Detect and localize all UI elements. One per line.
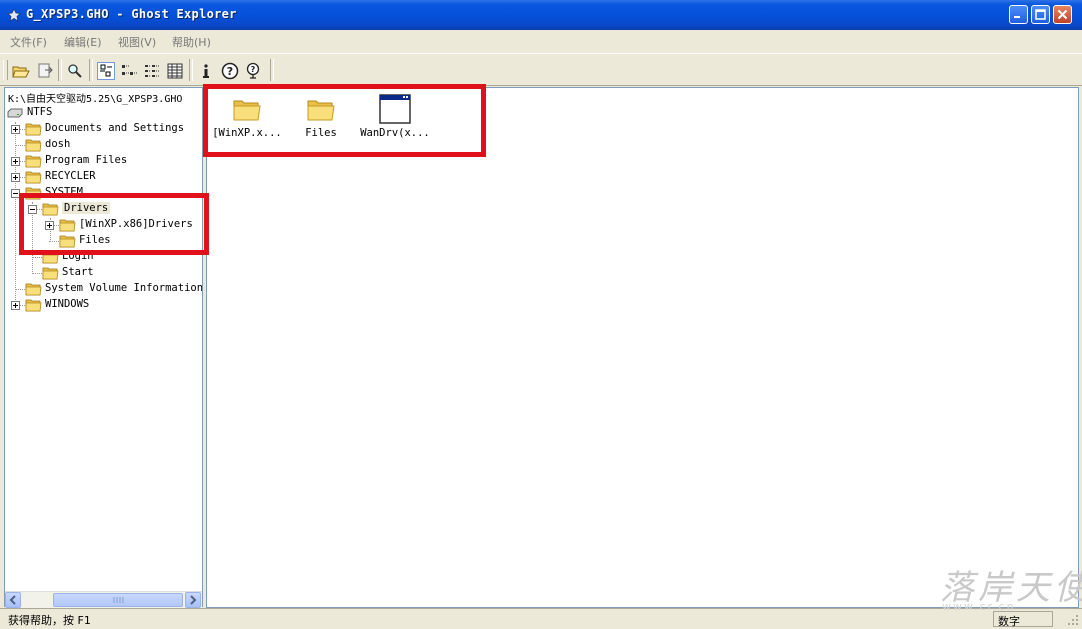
toolbar-separator bbox=[189, 59, 193, 81]
tree-item-label: Program Files bbox=[45, 154, 128, 166]
folder-tree[interactable]: K:\自由天空驱动5.25\G_XPSP3.GHO NTFS Documents… bbox=[4, 87, 203, 607]
minimize-button[interactable] bbox=[1009, 5, 1028, 24]
status-bar: 获得帮助，按 F1 数字 bbox=[0, 608, 1082, 629]
help-button[interactable]: ? bbox=[221, 62, 239, 80]
tree-item-label: System Volume Information bbox=[45, 282, 203, 294]
extract-icon bbox=[38, 63, 53, 78]
tree-item-label: Documents and Settings bbox=[45, 122, 185, 134]
close-button[interactable] bbox=[1053, 5, 1072, 24]
window-title: G_XPSP3.GHO - Ghost Explorer bbox=[26, 7, 237, 21]
tree-connector bbox=[15, 289, 25, 291]
help-icon: ? bbox=[221, 62, 239, 80]
search-icon bbox=[68, 64, 82, 78]
large-icons-view-button[interactable] bbox=[97, 62, 115, 80]
svg-text:?: ? bbox=[251, 65, 256, 74]
tree-item[interactable]: Program Files bbox=[25, 153, 195, 169]
expand-icon[interactable] bbox=[11, 173, 20, 182]
tree-item[interactable]: Start bbox=[42, 265, 202, 281]
tree-item[interactable]: WINDOWS bbox=[25, 297, 195, 313]
close-icon bbox=[1057, 9, 1068, 20]
menu-edit[interactable]: 编辑(E) bbox=[64, 34, 102, 50]
folder-icon bbox=[25, 123, 42, 136]
tree-item-label: NTFS bbox=[27, 106, 53, 118]
numlock-indicator: 数字 bbox=[998, 615, 1020, 628]
grip-lines-icon bbox=[113, 597, 124, 603]
whats-this-button[interactable]: ? bbox=[244, 62, 262, 80]
tree-item-label: Start bbox=[62, 266, 94, 278]
tree-item-label: RECYCLER bbox=[45, 170, 96, 182]
minimize-icon bbox=[1014, 16, 1020, 18]
watermark-url: www.cr.cn bbox=[942, 600, 1016, 613]
scroll-left-button[interactable] bbox=[5, 592, 21, 608]
tree-connector bbox=[15, 145, 25, 147]
chevron-left-icon bbox=[9, 595, 16, 605]
tree-item[interactable]: Documents and Settings bbox=[25, 121, 195, 137]
scroll-right-button[interactable] bbox=[185, 592, 201, 608]
menu-help[interactable]: 帮助(H) bbox=[172, 34, 211, 50]
tree-item[interactable]: RECYCLER bbox=[25, 169, 195, 185]
list-view-button[interactable] bbox=[143, 62, 161, 80]
highlight-box-files bbox=[203, 84, 486, 157]
status-panel-numlock: 数字 bbox=[993, 611, 1053, 628]
open-button[interactable] bbox=[12, 62, 30, 80]
folder-icon bbox=[42, 267, 59, 280]
title-bar[interactable]: G_XPSP3.GHO - Ghost Explorer bbox=[0, 0, 1082, 30]
expand-icon[interactable] bbox=[11, 125, 20, 134]
tree-item[interactable]: System Volume Information bbox=[25, 281, 202, 297]
details-view-icon bbox=[167, 63, 183, 79]
tree-item-label: WINDOWS bbox=[45, 298, 90, 310]
toolbar-grip[interactable] bbox=[3, 60, 8, 80]
tree-connector bbox=[32, 257, 42, 259]
image-path: K:\自由天空驱动5.25\G_XPSP3.GHO bbox=[8, 94, 183, 105]
chevron-right-icon bbox=[190, 595, 197, 605]
tree-connector bbox=[15, 122, 17, 308]
folder-icon bbox=[25, 139, 42, 152]
tree-horizontal-scrollbar[interactable] bbox=[5, 591, 202, 609]
expand-icon[interactable] bbox=[11, 157, 20, 166]
toolbar-separator bbox=[89, 59, 93, 81]
menu-file[interactable]: 文件(F) bbox=[10, 34, 47, 50]
toolbar-separator bbox=[270, 59, 274, 81]
expand-icon[interactable] bbox=[11, 301, 20, 310]
hard-drive-icon bbox=[7, 108, 23, 118]
status-text: 获得帮助，按 F1 bbox=[8, 614, 91, 627]
folder-icon bbox=[25, 171, 42, 184]
menu-bar: 文件(F) 编辑(E) 视图(V) 帮助(H) bbox=[0, 30, 1082, 51]
highlight-box-drivers bbox=[19, 193, 209, 255]
list-view-icon bbox=[145, 65, 159, 77]
extract-button[interactable] bbox=[36, 62, 54, 80]
small-icons-view-icon bbox=[122, 65, 137, 75]
properties-button[interactable] bbox=[197, 62, 215, 80]
tree-item-drive[interactable]: NTFS bbox=[5, 105, 200, 121]
folder-icon bbox=[25, 155, 42, 168]
resize-grip-icon[interactable] bbox=[1066, 613, 1080, 627]
scroll-thumb[interactable] bbox=[53, 593, 183, 607]
small-icons-view-button[interactable] bbox=[120, 62, 138, 80]
svg-text:?: ? bbox=[227, 65, 233, 78]
folder-icon bbox=[25, 283, 42, 296]
toolbar-separator bbox=[58, 59, 62, 81]
details-view-button[interactable] bbox=[166, 62, 184, 80]
menu-view[interactable]: 视图(V) bbox=[118, 34, 156, 50]
large-icons-view-icon bbox=[100, 64, 112, 77]
toolbar: ? ? bbox=[0, 53, 1082, 86]
tree-item[interactable]: dosh bbox=[25, 137, 195, 153]
file-list-pane[interactable]: [WinXP.x... Files WanDrv(x... bbox=[206, 87, 1079, 608]
ghost-app-icon[interactable] bbox=[7, 8, 21, 22]
tree-connector bbox=[32, 273, 42, 275]
tree-item-label: dosh bbox=[45, 138, 71, 150]
maximize-button[interactable] bbox=[1031, 5, 1050, 24]
search-button[interactable] bbox=[66, 62, 84, 80]
whats-this-icon: ? bbox=[246, 62, 260, 79]
maximize-icon bbox=[1035, 9, 1046, 20]
open-folder-icon bbox=[12, 66, 30, 78]
folder-icon bbox=[25, 299, 42, 312]
info-icon bbox=[203, 64, 209, 78]
